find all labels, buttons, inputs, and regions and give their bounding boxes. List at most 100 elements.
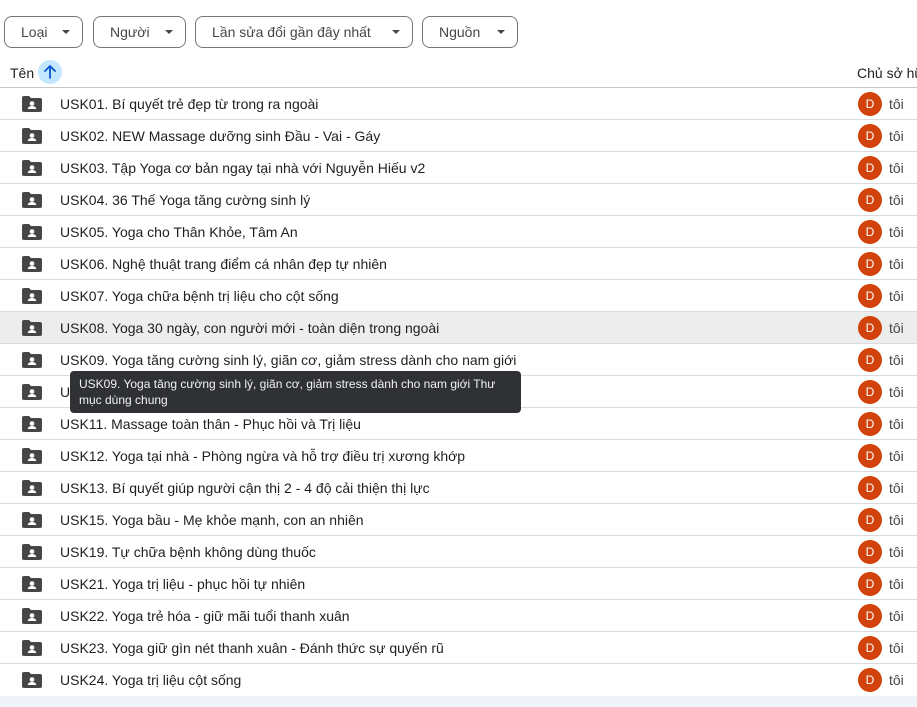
- owner-avatar: D: [858, 220, 882, 244]
- owner-avatar: D: [858, 348, 882, 372]
- file-name[interactable]: U: [60, 384, 70, 400]
- owner-name: tôi: [889, 288, 904, 304]
- file-row[interactable]: USK08. Yoga 30 ngày, con người mới - toà…: [0, 312, 917, 344]
- file-row[interactable]: USK05. Yoga cho Thân Khỏe, Tâm An Dtôi: [0, 216, 917, 248]
- owner-name: tôi: [889, 224, 904, 240]
- file-row[interactable]: USK04. 36 Thế Yoga tăng cường sinh lý Dtô…: [0, 184, 917, 216]
- arrow-up-icon: [44, 65, 56, 79]
- file-name[interactable]: USK23. Yoga giữ gìn nét thanh xuân - Đán…: [60, 640, 444, 656]
- owner-avatar: D: [858, 380, 882, 404]
- owner-avatar: D: [858, 540, 882, 564]
- owner-avatar: D: [858, 668, 882, 692]
- file-name[interactable]: USK15. Yoga bầu - Mẹ khỏe mạnh, con an n…: [60, 512, 364, 528]
- shared-folder-icon: [22, 160, 42, 176]
- file-row[interactable]: USK03. Tập Yoga cơ bản ngay tại nhà với …: [0, 152, 917, 184]
- file-name[interactable]: USK01. Bí quyết trẻ đẹp từ trong ra ngoà…: [60, 96, 318, 112]
- owner-name: tôi: [889, 448, 904, 464]
- file-name[interactable]: USK24. Yoga trị liệu cột sống: [60, 672, 241, 688]
- shared-folder-icon: [22, 672, 42, 688]
- filter-people-label: Người: [110, 24, 150, 40]
- file-row[interactable]: USK21. Yoga trị liệu - phục hồi tự nhiên…: [0, 568, 917, 600]
- file-row[interactable]: USK24. Yoga trị liệu cột sống Dtôi: [0, 664, 917, 696]
- shared-folder-icon: [22, 352, 42, 368]
- file-name[interactable]: USK08. Yoga 30 ngày, con người mới - toà…: [60, 320, 439, 336]
- shared-folder-icon: [22, 512, 42, 528]
- owner-avatar: D: [858, 476, 882, 500]
- shared-folder-icon: [22, 448, 42, 464]
- file-name[interactable]: USK03. Tập Yoga cơ bản ngay tại nhà với …: [60, 160, 425, 176]
- caret-down-icon: [497, 30, 505, 34]
- file-name[interactable]: USK22. Yoga trẻ hóa - giữ mãi tuổi thanh…: [60, 608, 350, 624]
- owner-avatar: D: [858, 636, 882, 660]
- file-name[interactable]: USK07. Yoga chữa bệnh trị liệu cho cột s…: [60, 288, 339, 304]
- file-name[interactable]: USK06. Nghệ thuật trang điểm cá nhân đẹp…: [60, 256, 387, 272]
- shared-folder-icon: [22, 576, 42, 592]
- owner-name: tôi: [889, 128, 904, 144]
- owner-avatar: D: [858, 508, 882, 532]
- bottom-strip: [0, 696, 917, 707]
- file-name[interactable]: USK05. Yoga cho Thân Khỏe, Tâm An: [60, 224, 298, 240]
- file-row[interactable]: USK19. Tự chữa bệnh không dùng thuốc Dtôi: [0, 536, 917, 568]
- file-name[interactable]: USK21. Yoga trị liệu - phục hồi tự nhiên: [60, 576, 305, 592]
- owner-name: tôi: [889, 320, 904, 336]
- shared-folder-icon: [22, 640, 42, 656]
- caret-down-icon: [165, 30, 173, 34]
- name-column-header[interactable]: Tên: [10, 65, 34, 81]
- file-name[interactable]: USK09. Yoga tăng cường sinh lý, giãn cơ,…: [60, 352, 516, 368]
- shared-folder-icon: [22, 384, 42, 400]
- filter-source-chip[interactable]: Nguồn: [422, 16, 518, 48]
- filter-type-chip[interactable]: Loại: [4, 16, 83, 48]
- file-name[interactable]: USK13. Bí quyết giúp người cận thị 2 - 4…: [60, 480, 430, 496]
- shared-folder-icon: [22, 192, 42, 208]
- owner-name: tôi: [889, 256, 904, 272]
- owner-avatar: D: [858, 572, 882, 596]
- sort-button[interactable]: [38, 60, 62, 84]
- owner-name: tôi: [889, 544, 904, 560]
- caret-down-icon: [62, 30, 70, 34]
- file-row[interactable]: USK07. Yoga chữa bệnh trị liệu cho cột s…: [0, 280, 917, 312]
- file-name[interactable]: USK04. 36 Thế Yoga tăng cường sinh lý: [60, 192, 310, 208]
- filter-modified-label: Lần sửa đổi gần đây nhất: [212, 24, 371, 40]
- shared-folder-icon: [22, 608, 42, 624]
- owner-name: tôi: [889, 416, 904, 432]
- list-header: Tên Chủ sở hữu: [0, 58, 917, 88]
- shared-folder-icon: [22, 224, 42, 240]
- file-row[interactable]: USK22. Yoga trẻ hóa - giữ mãi tuổi thanh…: [0, 600, 917, 632]
- filter-type-label: Loại: [21, 24, 48, 40]
- shared-folder-icon: [22, 416, 42, 432]
- owner-name: tôi: [889, 352, 904, 368]
- owner-avatar: D: [858, 252, 882, 276]
- owner-name: tôi: [889, 160, 904, 176]
- owner-name: tôi: [889, 512, 904, 528]
- file-name[interactable]: USK19. Tự chữa bệnh không dùng thuốc: [60, 544, 316, 560]
- owner-name: tôi: [889, 192, 904, 208]
- file-name[interactable]: USK11. Massage toàn thân - Phục hồi và T…: [60, 416, 361, 432]
- shared-folder-icon: [22, 320, 42, 336]
- shared-folder-icon: [22, 288, 42, 304]
- file-row[interactable]: USK06. Nghệ thuật trang điểm cá nhân đẹp…: [0, 248, 917, 280]
- owner-name: tôi: [889, 384, 904, 400]
- owner-name: tôi: [889, 576, 904, 592]
- owner-avatar: D: [858, 156, 882, 180]
- owner-avatar: D: [858, 604, 882, 628]
- shared-folder-icon: [22, 128, 42, 144]
- owner-avatar: D: [858, 188, 882, 212]
- owner-column-header[interactable]: Chủ sở hữu: [857, 65, 917, 81]
- shared-folder-icon: [22, 480, 42, 496]
- file-row[interactable]: USK02. NEW Massage dưỡng sinh Đầu - Vai …: [0, 120, 917, 152]
- file-row[interactable]: USK15. Yoga bầu - Mẹ khỏe mạnh, con an n…: [0, 504, 917, 536]
- file-row[interactable]: USK12. Yoga tại nhà - Phòng ngừa và hỗ t…: [0, 440, 917, 472]
- folder-tooltip: USK09. Yoga tăng cường sinh lý, giãn cơ,…: [70, 371, 521, 413]
- owner-name: tôi: [889, 640, 904, 656]
- file-row[interactable]: USK01. Bí quyết trẻ đẹp từ trong ra ngoà…: [0, 88, 917, 120]
- file-name[interactable]: USK02. NEW Massage dưỡng sinh Đầu - Vai …: [60, 128, 380, 144]
- file-name[interactable]: USK12. Yoga tại nhà - Phòng ngừa và hỗ t…: [60, 448, 465, 464]
- filter-bar: Loại Người Lần sửa đổi gần đây nhất Nguồ…: [0, 0, 917, 60]
- file-row[interactable]: USK13. Bí quyết giúp người cận thị 2 - 4…: [0, 472, 917, 504]
- owner-name: tôi: [889, 96, 904, 112]
- owner-avatar: D: [858, 444, 882, 468]
- owner-name: tôi: [889, 672, 904, 688]
- file-row[interactable]: USK23. Yoga giữ gìn nét thanh xuân - Đán…: [0, 632, 917, 664]
- filter-people-chip[interactable]: Người: [93, 16, 186, 48]
- filter-modified-chip[interactable]: Lần sửa đổi gần đây nhất: [195, 16, 413, 48]
